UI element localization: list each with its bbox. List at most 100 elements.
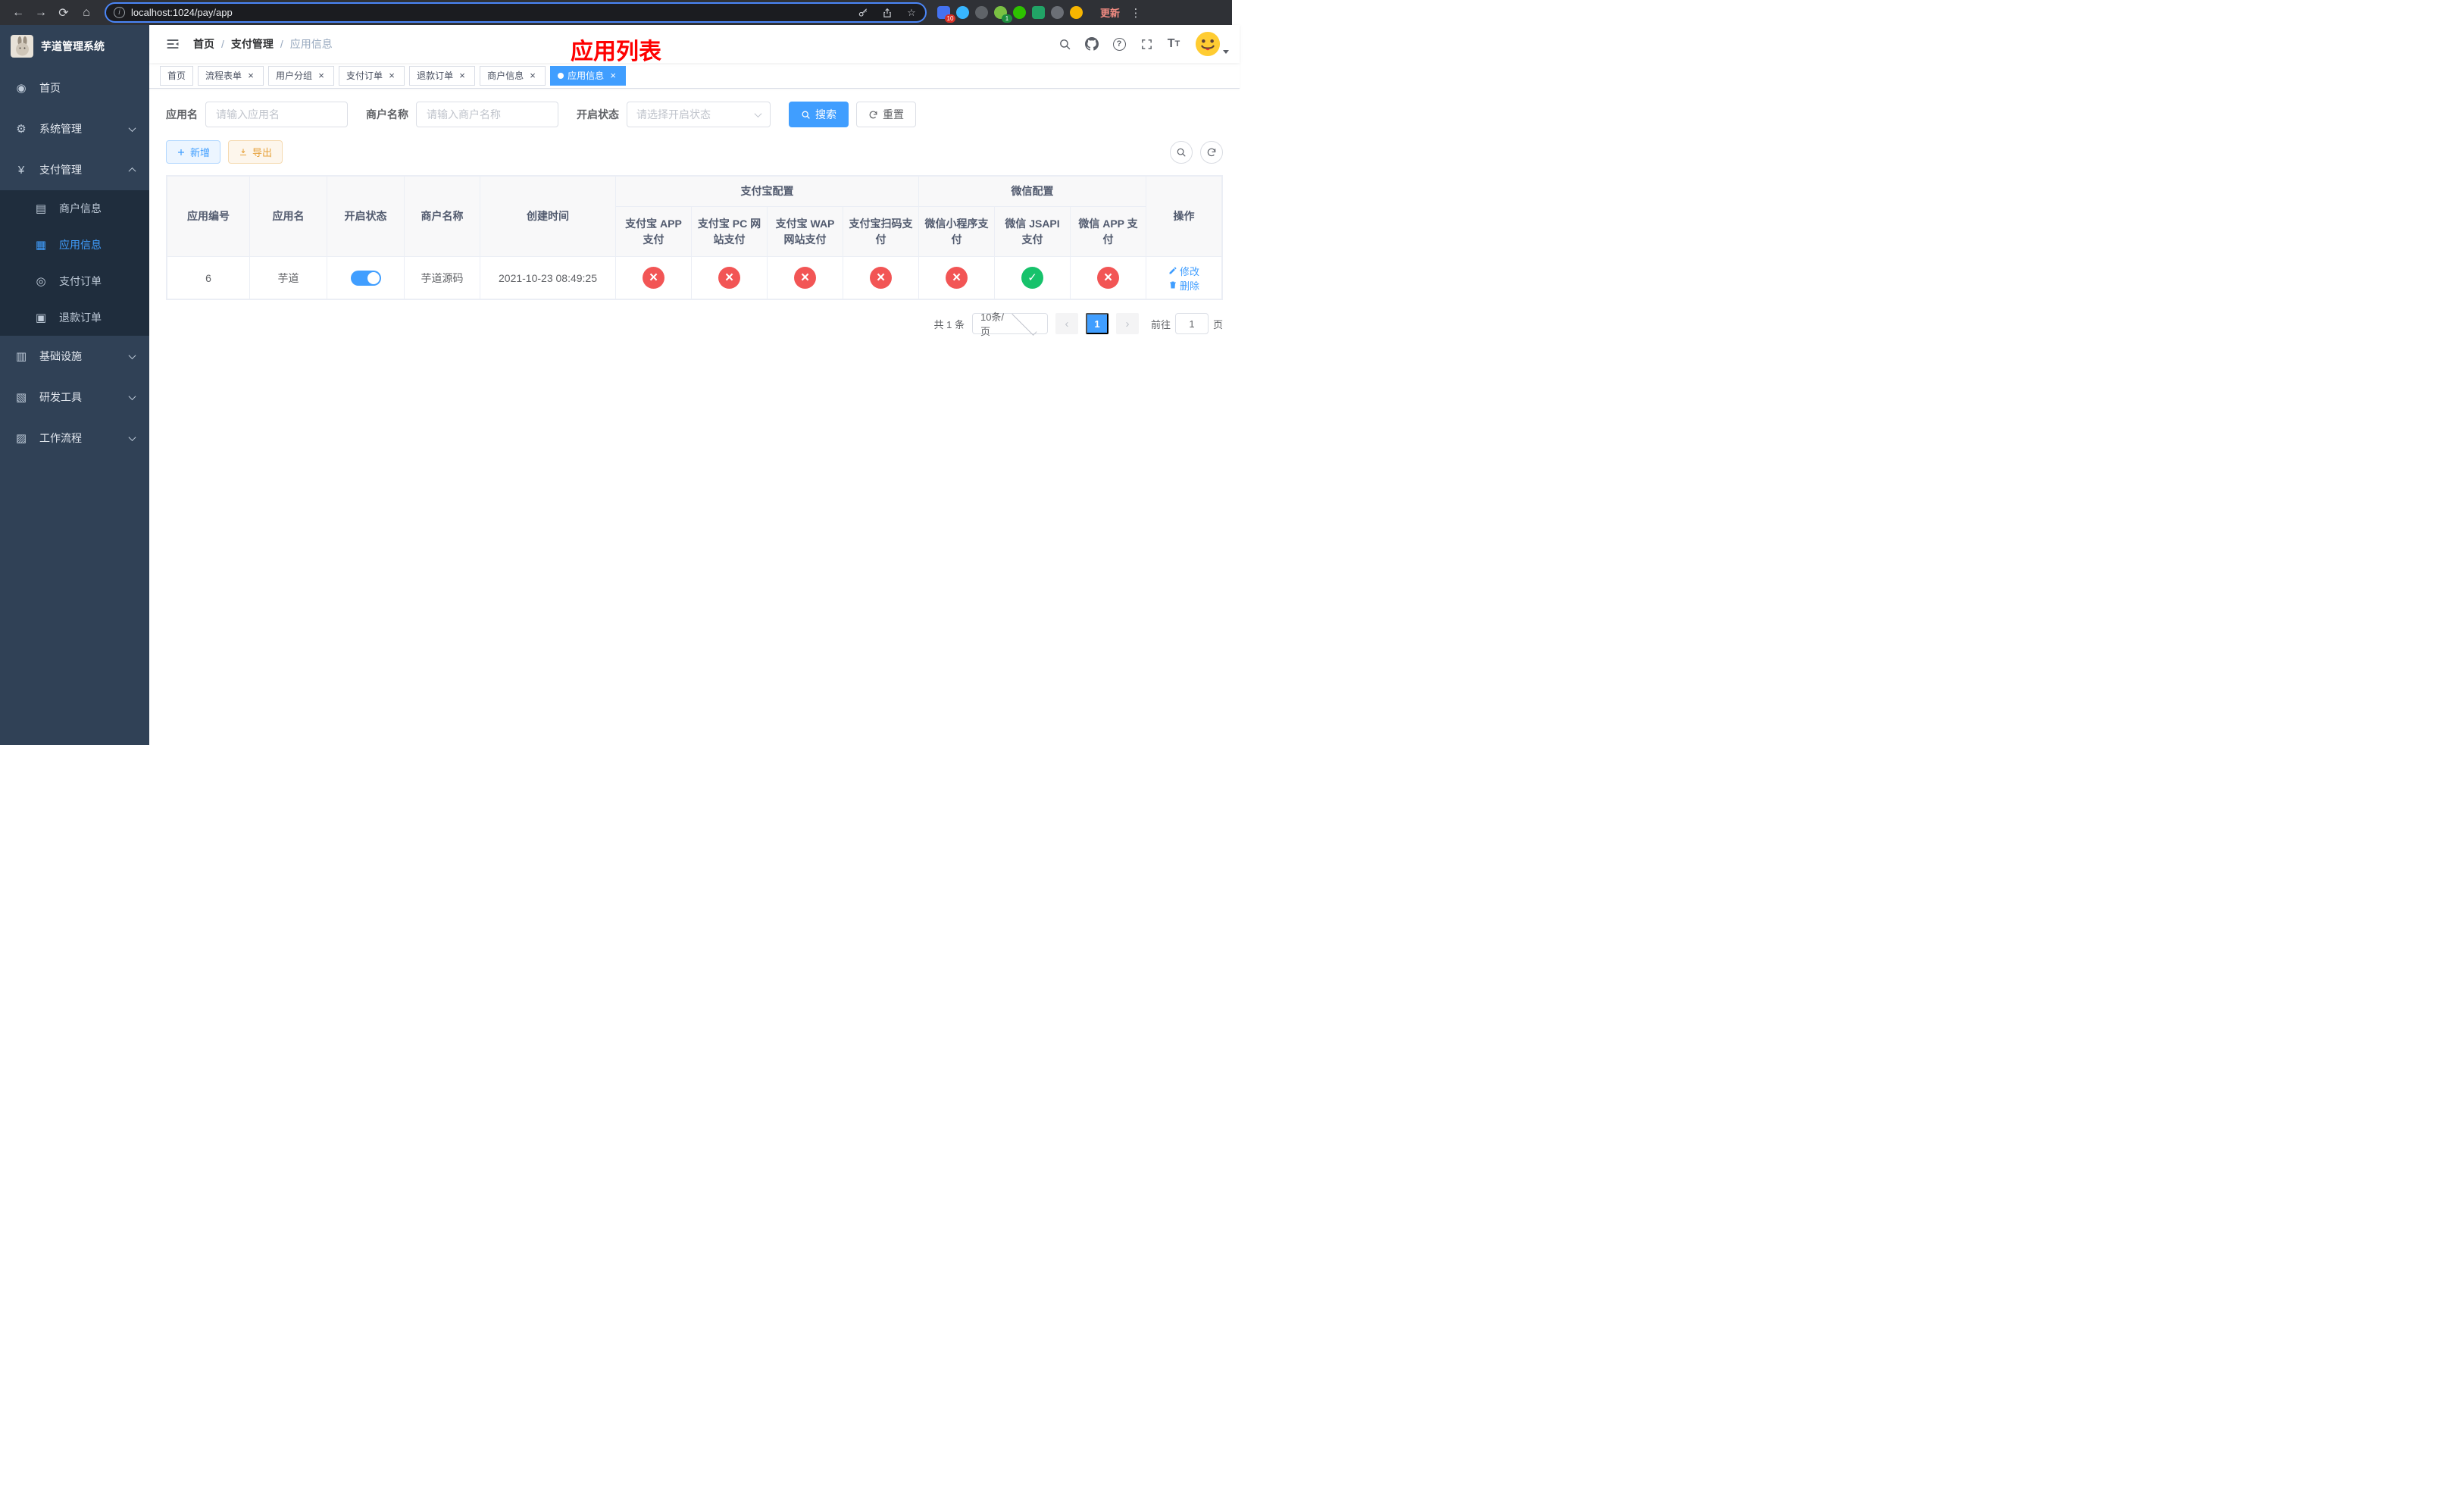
sidebar-item-home[interactable]: ◉ 首页 [0,67,149,108]
sidebar-item-dev-tools[interactable]: ▧ 研发工具 [0,377,149,418]
share-icon[interactable] [878,5,896,20]
close-icon[interactable]: × [608,70,618,81]
cell-created: 2021-10-23 08:49:25 [480,256,616,299]
toggle-search-button[interactable] [1170,140,1193,164]
app-name-input[interactable] [205,102,348,127]
close-icon[interactable]: × [457,70,467,81]
font-size-icon[interactable]: TT [1162,31,1186,57]
col-app-id: 应用编号 [167,176,250,257]
status-toggle[interactable] [350,270,381,286]
browser-reload-icon[interactable]: ⟳ [53,3,74,23]
app-title: 芋道管理系统 [41,40,105,52]
app-logo[interactable]: 芋道管理系统 [0,25,149,67]
fullscreen-icon[interactable] [1134,31,1159,57]
sidebar-item-label: 系统管理 [39,123,82,135]
chevron-down-icon [128,124,136,132]
extension-dark-icon[interactable] [975,6,988,19]
user-avatar[interactable] [1195,31,1229,57]
tab-app-info[interactable]: 应用信息 × [550,65,627,86]
page-title: 应用列表 [571,39,661,64]
browser-menu-icon[interactable]: ⋮ [1128,6,1143,20]
sidebar-item-label: 支付订单 [59,275,102,287]
site-info-icon[interactable]: i [114,7,125,18]
help-icon[interactable]: ? [1107,31,1131,57]
close-icon[interactable]: × [316,70,327,81]
refund-icon: ▣ [35,311,47,324]
dashboard-icon: ◉ [16,82,27,95]
page-size-select[interactable]: 10条/页 [971,310,1048,337]
export-button[interactable]: 导出 [228,140,283,164]
next-page-button[interactable]: › [1115,313,1139,334]
extension-wechat-icon[interactable] [1013,6,1026,19]
close-icon[interactable]: × [527,70,538,81]
browser-home-icon[interactable]: ⌂ [76,3,97,23]
extension-face-icon[interactable] [1070,6,1083,19]
col-alipay-pc: 支付宝 PC 网站支付 [691,206,768,257]
merchant-name-input[interactable] [416,102,558,127]
add-button[interactable]: 新增 [166,140,221,164]
col-alipay-qr: 支付宝扫码支付 [843,206,919,257]
github-icon[interactable] [1080,31,1104,57]
yen-icon: ¥ [17,163,25,177]
password-key-icon[interactable] [854,5,872,20]
extension-puzzle-dark-icon[interactable] [1051,6,1064,19]
browser-back-icon[interactable]: ← [8,3,29,23]
chevron-down-icon [128,433,136,441]
url-text[interactable]: localhost:1024/pay/app [131,7,848,18]
tab-pay-order[interactable]: 支付订单 × [339,65,405,86]
delete-link[interactable]: 删除 [1168,278,1199,293]
extension-puzzle-icon[interactable]: 10 [937,6,955,23]
goto-suffix: 页 [1212,318,1223,330]
edit-link[interactable]: 修改 [1168,264,1199,278]
breadcrumb-separator: / [221,38,224,50]
extension-notes-icon[interactable] [1032,6,1045,19]
wx-app-status-icon [1097,267,1119,289]
address-bar[interactable]: i localhost:1024/pay/app ☆ [105,2,927,23]
sidebar-item-app-info[interactable]: ▦ 应用信息 [0,227,149,263]
tab-refund-order[interactable]: 退款订单 × [409,65,476,86]
sidebar-item-payment[interactable]: ¥ 支付管理 [0,149,149,190]
extension-avatar-icon[interactable]: 1 [994,6,1012,23]
table-toolbar: 新增 导出 [166,140,1223,164]
sidebar-item-infrastructure[interactable]: ▥ 基础设施 [0,336,149,377]
sidebar-item-system[interactable]: ⚙ 系统管理 [0,108,149,149]
sidebar-item-label: 首页 [39,82,61,94]
top-navbar: 首页 / 支付管理 / 应用信息 ? T T [149,25,1240,63]
sidebar-item-merchant-info[interactable]: ▤ 商户信息 [0,190,149,227]
close-icon[interactable]: × [386,70,397,81]
sidebar-item-pay-order[interactable]: ◎ 支付订单 [0,263,149,299]
search-button[interactable]: 搜索 [789,102,849,127]
server-icon: ▥ [15,350,27,363]
cell-app-name: 芋道 [249,256,327,299]
bookmark-star-icon[interactable]: ☆ [902,5,921,20]
reset-button[interactable]: 重置 [856,102,916,127]
close-icon[interactable]: × [245,70,256,81]
sidebar-item-refund-order[interactable]: ▣ 退款订单 [0,299,149,336]
browser-forward-icon[interactable]: → [30,3,52,23]
breadcrumb-home[interactable]: 首页 [193,36,214,52]
tags-view: 首页 流程表单 × 用户分组 × 支付订单 × 退款订单 × 商户信息 × 应用… [149,63,1240,89]
app-table: 应用编号 应用名 开启状态 商户名称 创建时间 支付宝配置 微信配置 操作 支付… [166,175,1223,300]
sidebar-item-workflow[interactable]: ▨ 工作流程 [0,418,149,459]
status-select[interactable]: 请选择开启状态 [627,102,771,127]
card-icon: ▤ [35,202,47,215]
hamburger-icon[interactable] [160,31,186,57]
breadcrumb-payment[interactable]: 支付管理 [231,36,274,52]
page-1-button[interactable]: 1 [1085,313,1108,334]
tab-home[interactable]: 首页 [160,65,194,86]
tab-merchant-info[interactable]: 商户信息 × [480,65,546,86]
col-wx-mini: 微信小程序支付 [918,206,995,257]
tab-process-form[interactable]: 流程表单 × [198,65,264,86]
chevron-down-icon [1012,310,1037,336]
tab-user-group[interactable]: 用户分组 × [268,65,335,86]
search-icon[interactable] [1052,31,1077,57]
wx-jsapi-status-icon [1021,267,1043,289]
goto-page-input[interactable] [1174,313,1209,334]
extension-pin-icon[interactable] [956,6,969,19]
alipay-app-status-icon [643,267,664,289]
prev-page-button[interactable]: ‹ [1055,313,1078,334]
col-alipay-wap: 支付宝 WAP 网站支付 [767,206,843,257]
refresh-table-button[interactable] [1200,140,1223,164]
wx-mini-status-icon [946,267,968,289]
browser-update-button[interactable]: 更新 [1093,2,1127,23]
